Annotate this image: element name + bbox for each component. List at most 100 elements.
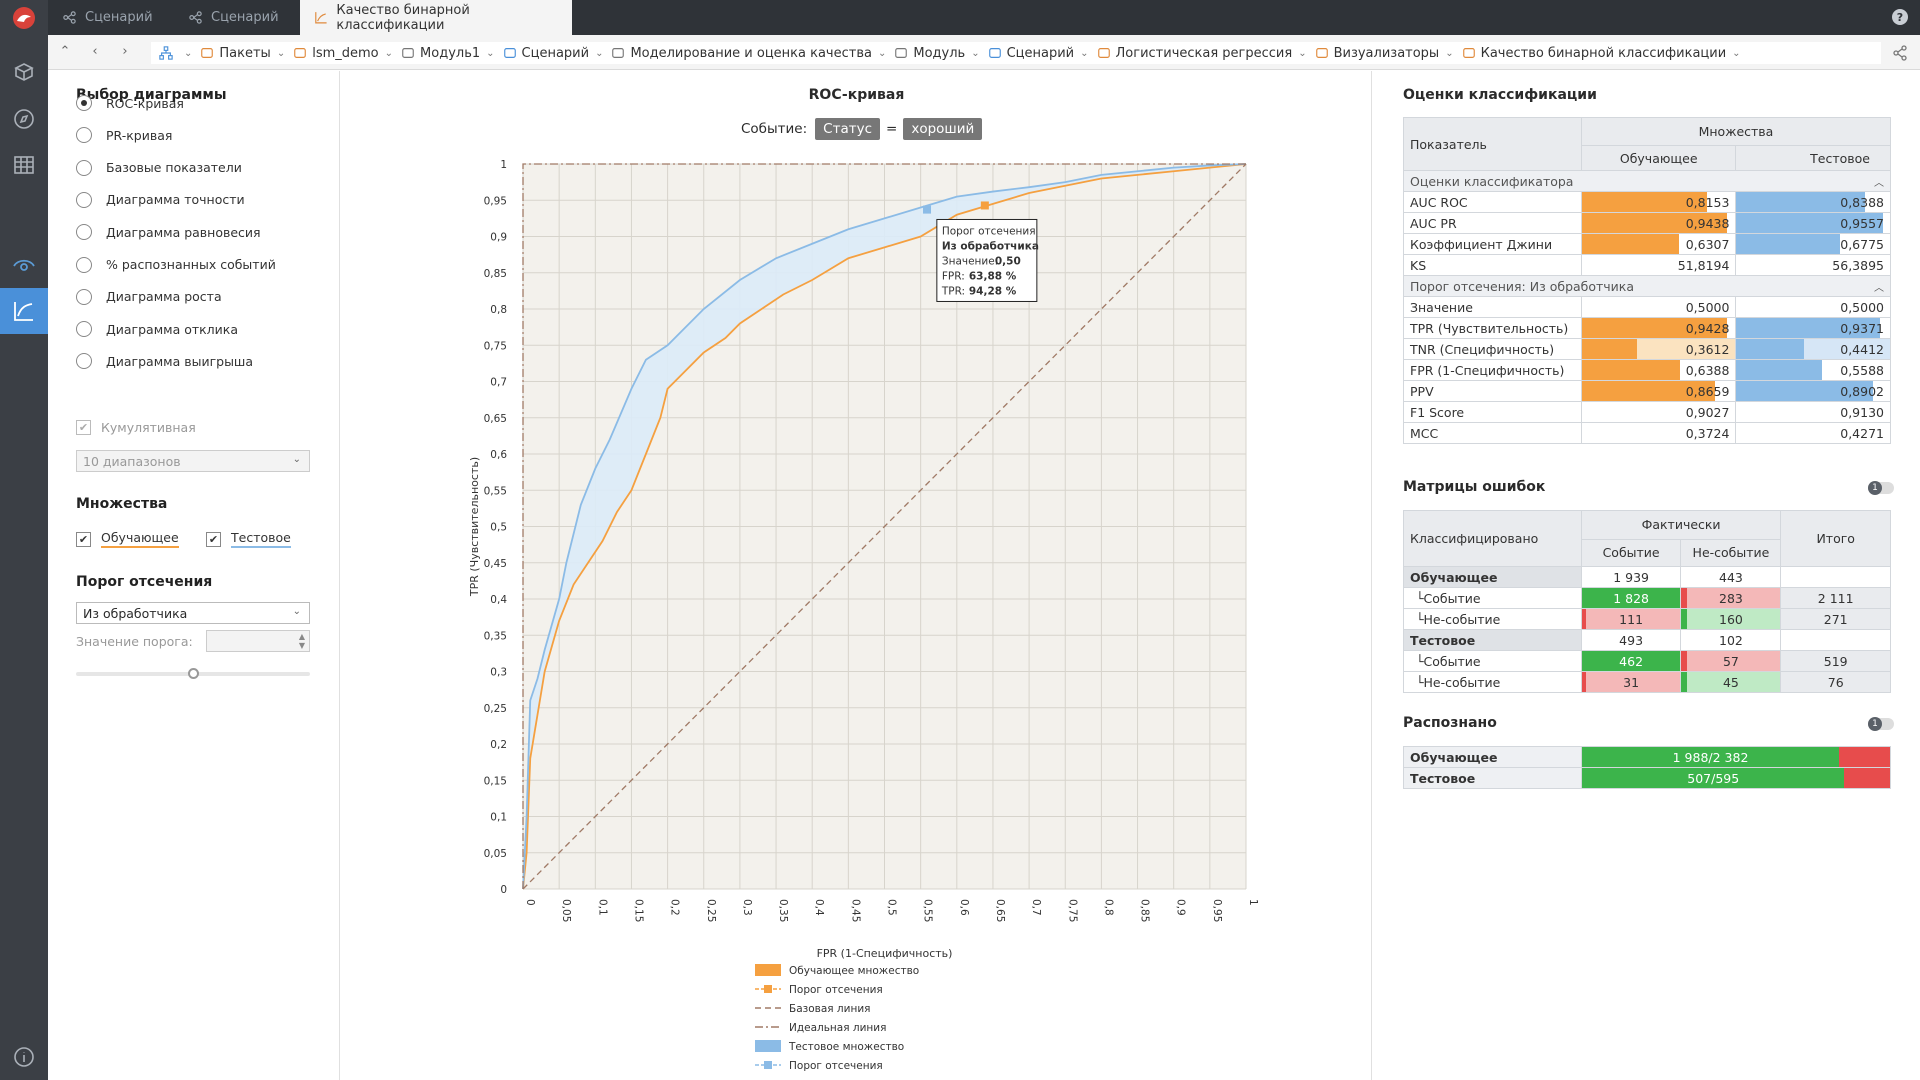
breadcrumb-item[interactable]: Сценарий ⌄ [980, 46, 1089, 61]
cm-row: └Не-событие 111 160 271 [1403, 608, 1891, 630]
cm-sub-name: └Не-событие [1403, 671, 1582, 693]
cm-ne: 102 [1680, 629, 1782, 651]
chart-type-radio[interactable]: Диаграмма роста [76, 288, 222, 305]
metric-name: FPR (1-Специфичность) [1403, 359, 1582, 381]
recognized-bar: 507/595 [1581, 767, 1891, 789]
metric-row: AUC ROC 0,8153 0,8388 [1403, 191, 1891, 213]
tooltip-value: 63,88 % [969, 270, 1017, 282]
threshold-mode-select[interactable]: Из обработчика ⌄ [76, 602, 310, 624]
train-set-label: Обучающее [101, 530, 179, 548]
x-tick-label: 0,2 [669, 899, 681, 916]
breadcrumb-item[interactable]: Пакеты ⌄ [192, 46, 285, 61]
x-tick-label: 0,5 [886, 899, 898, 916]
metric-group-row[interactable]: Оценки классификатора ︿ [1403, 170, 1891, 192]
cm-ne: 283 [1680, 587, 1782, 609]
metric-value: 0,9438 [1580, 212, 1737, 234]
chevron-down-icon: ⌄ [486, 47, 495, 59]
metric-value: 0,4271 [1735, 422, 1891, 444]
metric-value: 0,3724 [1580, 422, 1737, 444]
tab-scenario-2[interactable]: Сценарий [174, 0, 300, 35]
app-logo-icon[interactable] [0, 0, 48, 36]
x-tick-label: 0,9 [1175, 899, 1187, 916]
eye-icon[interactable] [0, 242, 48, 288]
breadcrumb-item[interactable]: Сценарий ⌄ [495, 46, 603, 61]
breadcrumb-item[interactable]: Качество бинарной классификации ⌄ [1454, 46, 1741, 61]
cm-ev: 111 [1580, 608, 1682, 630]
legend-label: Базовая линия [789, 1003, 870, 1015]
chart-type-radio[interactable]: Базовые показатели [76, 159, 242, 176]
breadcrumb-item[interactable]: Модуль1 ⌄ [393, 46, 495, 61]
chevron-up-icon: ︿ [1874, 282, 1884, 294]
chevron-down-icon: ⌄ [1080, 47, 1089, 59]
radio-label: Диаграмма отклика [106, 321, 239, 337]
back-icon[interactable]: ‹ [88, 44, 102, 60]
left-rail [0, 0, 48, 1080]
cm-tot: 2 111 [1780, 587, 1891, 609]
chart-icon[interactable] [0, 288, 48, 334]
x-tick-label: 0,05 [560, 899, 572, 922]
info-icon[interactable] [0, 1034, 48, 1080]
share-icon[interactable] [1892, 45, 1908, 61]
test-threshold-point [923, 205, 932, 214]
ranges-select[interactable]: 10 диапазонов ⌄ [76, 450, 310, 472]
breadcrumb-item[interactable]: Моделирование и оценка качества ⌄ [603, 46, 886, 61]
threshold-value-input[interactable]: ▲ ▼ [206, 630, 310, 652]
breadcrumb: ⌄ Пакеты ⌄ lsm_demo ⌄ Модуль1 ⌄ Сценарий ⌄ Модел… [151, 42, 1881, 64]
metric-value: 0,6388 [1580, 359, 1737, 381]
tab-binary-quality[interactable]: Качество бинарной классификации [300, 0, 572, 35]
metric-name: AUC ROC [1403, 191, 1582, 213]
chart-type-radio[interactable]: ROC-кривая [76, 95, 184, 111]
tab-label: Сценарий [211, 10, 279, 25]
cumulative-checkbox[interactable]: ✔ Кумулятивная [76, 420, 196, 435]
breadcrumb-item[interactable]: Логистическая регрессия ⌄ [1089, 46, 1307, 61]
chart-type-radio[interactable]: Диаграмма отклика [76, 321, 239, 338]
metric-name: TPR (Чувствительность) [1403, 317, 1582, 339]
slider-handle[interactable] [188, 668, 199, 679]
legend-label: Порог отсечения [789, 984, 883, 996]
cm-tot: 76 [1780, 671, 1891, 693]
y-tick-label: 0,25 [484, 703, 507, 715]
tab-scenario-1[interactable]: Сценарий [48, 0, 174, 35]
cm-tot: 519 [1780, 650, 1891, 672]
y-tick-label: 0,05 [484, 848, 507, 860]
tooltip-value: 94,28 % [969, 285, 1017, 297]
radio-icon [76, 224, 92, 241]
radio-label: Диаграмма равновесия [106, 224, 261, 240]
cube-icon[interactable] [0, 50, 48, 96]
metric-name: MCC [1403, 422, 1582, 444]
breadcrumb-item[interactable]: Визуализаторы ⌄ [1307, 46, 1454, 61]
y-tick-label: 0,95 [484, 195, 507, 207]
cm-ne: 57 [1680, 650, 1782, 672]
threshold-slider[interactable] [76, 668, 310, 679]
table-icon[interactable] [0, 142, 48, 188]
breadcrumb-item[interactable]: Модуль ⌄ [886, 46, 980, 61]
breadcrumb-root[interactable]: ⌄ [151, 46, 192, 60]
chart-type-radio[interactable]: % распознанных событий [76, 256, 276, 273]
chart-type-radio[interactable]: PR-кривая [76, 127, 173, 144]
radio-label: Диаграмма выигрыша [106, 353, 254, 369]
train-set-checkbox[interactable]: ✔ Обучающее [76, 530, 179, 548]
stepper-icon[interactable]: ▲ ▼ [299, 632, 305, 650]
radio-label: PR-кривая [106, 127, 173, 143]
compass-icon[interactable] [0, 96, 48, 142]
help-icon[interactable]: ? [1892, 9, 1908, 25]
y-tick-label: 0,1 [490, 812, 507, 824]
chart-type-radio[interactable]: Диаграмма равновесия [76, 224, 261, 241]
cm-row: └Событие 462 57 519 [1403, 650, 1891, 672]
confusion-toggle[interactable]: 1 [1868, 481, 1894, 495]
y-tick-label: 0,2 [490, 739, 507, 751]
chart-type-radio[interactable]: Диаграмма точности [76, 191, 245, 208]
module-icon [1462, 48, 1475, 58]
module-icon [895, 48, 908, 58]
breadcrumb-item[interactable]: lsm_demo ⌄ [285, 46, 393, 61]
chart-type-radio[interactable]: Диаграмма выигрыша [76, 353, 254, 370]
forward-icon[interactable]: › [118, 44, 132, 60]
test-set-checkbox[interactable]: ✔ Тестовое [206, 530, 291, 548]
x-tick-label: 0,85 [1139, 899, 1151, 922]
tab-bar: Сценарий Сценарий Качество бинарной клас… [48, 0, 1920, 35]
x-tick-label: 0,6 [958, 899, 970, 916]
recognized-row: Обучающее 1 988/2 382 [1403, 746, 1891, 768]
recognized-toggle[interactable]: 1 [1868, 717, 1894, 731]
collapse-up-icon[interactable]: ⌃ [58, 44, 72, 60]
metric-group-row[interactable]: Порог отсечения: Из обработчика ︿ [1403, 275, 1891, 297]
